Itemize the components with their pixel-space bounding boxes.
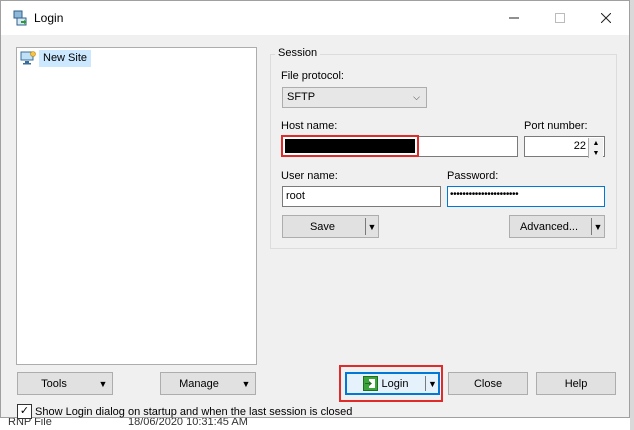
tree-item-new-site[interactable]: New Site [20,49,92,67]
minimize-icon [509,17,519,19]
user-name-value: root [286,190,305,202]
advanced-button-label: Advanced... [519,220,579,233]
background-edge [630,0,634,430]
password-value: •••••••••••••••••••••• [450,189,519,200]
host-name-label: Host name: [281,120,338,132]
maximize-icon [555,13,565,23]
tools-button-label: Tools [41,377,67,390]
manage-button-label: Manage [179,377,219,390]
tools-button[interactable]: Tools ▼ [17,372,113,395]
login-split-separator [425,376,426,391]
spin-down-icon[interactable]: ▼ [588,148,603,158]
app-icon [12,10,28,26]
background-file-name: RNP File [8,418,52,428]
close-icon [601,13,611,23]
chevron-down-icon: ⌵ [413,92,420,102]
file-protocol-select[interactable]: SFTP ⌵ [282,87,427,108]
save-button-label: Save [309,220,336,233]
session-group-label: Session [275,47,321,59]
show-login-option[interactable]: ✓ Show Login dialog on startup and when … [17,404,352,419]
user-name-label: User name: [281,170,338,182]
password-input[interactable]: •••••••••••••••••••••• [447,186,605,207]
file-protocol-value: SFTP [287,91,316,103]
close-window-button[interactable] [583,1,629,35]
password-label: Password: [447,170,499,182]
close-button[interactable]: Close [448,372,528,395]
host-name-highlight [281,135,419,157]
port-number-input[interactable]: 22 ▲ ▼ [524,136,605,158]
title-bar: Login [1,1,629,35]
help-button-label: Help [564,377,588,390]
login-button[interactable]: Login ▼ [345,372,440,395]
window-title: Login [34,11,64,25]
minimize-button[interactable] [491,1,537,35]
show-login-label: Show Login dialog on startup and when th… [35,405,353,418]
caret-down-icon[interactable]: ▼ [366,216,378,237]
close-button-label: Close [473,377,503,390]
caret-down-icon: ▼ [98,378,108,389]
tree-item-label: New Site [39,49,92,67]
show-login-checkbox[interactable]: ✓ [17,404,32,419]
background-file-row: RNP File 18/06/2020 10:31:45 AM [0,418,634,430]
port-number-label: Port number: [524,120,588,132]
caret-down-icon[interactable]: ▼ [427,374,438,393]
save-button[interactable]: Save ▼ [282,215,379,238]
caret-down-icon: ▼ [241,378,251,389]
manage-button[interactable]: Manage ▼ [160,372,256,395]
login-button-label: Login [381,377,409,390]
login-dialog: Login New Site Session File protocol: SF… [0,0,630,419]
file-protocol-label: File protocol: [281,70,344,82]
advanced-button[interactable]: Advanced... ▼ [509,215,605,238]
caret-down-icon[interactable]: ▼ [592,216,604,237]
login-icon [362,376,378,391]
port-number-value: 22 [573,140,586,152]
host-name-redaction [285,139,415,153]
computer-icon [20,51,36,65]
help-button[interactable]: Help [536,372,616,395]
maximize-button[interactable] [537,1,583,35]
spin-up-icon[interactable]: ▲ [588,138,603,148]
background-file-date: 18/06/2020 10:31:45 AM [128,418,248,428]
site-tree[interactable]: New Site [16,47,257,365]
user-name-input[interactable]: root [282,186,441,207]
